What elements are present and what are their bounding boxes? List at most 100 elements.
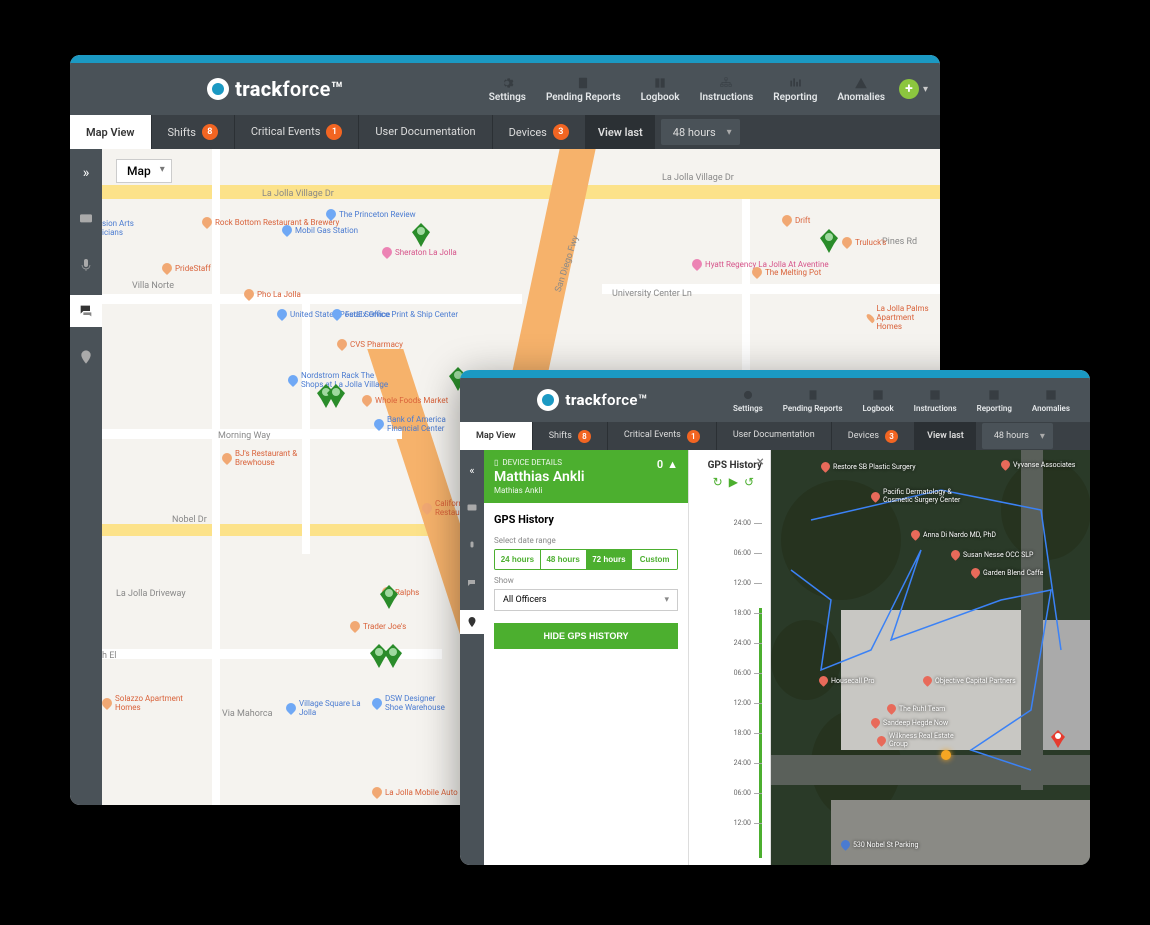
nav-reporting[interactable]: Reporting <box>765 72 825 107</box>
sat-poi[interactable]: Susan Nesse OCC SLP <box>951 550 1033 559</box>
sat-poi[interactable]: Sandeep Hegde Now <box>871 718 948 727</box>
nav-settings[interactable]: Settings <box>481 72 534 107</box>
current-position[interactable] <box>941 750 951 760</box>
sidebar-chat[interactable] <box>70 295 102 327</box>
map-marker[interactable] <box>820 229 838 253</box>
poi-dsw[interactable]: DSW Designer Shoe Warehouse <box>372 694 455 712</box>
poi-lajpalms[interactable]: La Jolla Palms Apartment Homes <box>868 304 940 331</box>
sat-poi[interactable]: Housecall Pro <box>819 676 875 685</box>
nav-reporting[interactable]: Reporting <box>969 384 1020 417</box>
nav-instructions[interactable]: Instructions <box>692 72 762 107</box>
show-dropdown[interactable]: All Officers <box>494 589 678 611</box>
satellite-map[interactable]: Restore SB Plastic Surgery Vyvanse Assoc… <box>771 450 1090 865</box>
body: « ▯DEVICE DETAILS Matthias Ankli Mathias… <box>460 450 1090 865</box>
range-custom[interactable]: Custom <box>632 550 677 569</box>
titlebar-accent <box>460 370 1090 378</box>
map-marker[interactable] <box>412 223 430 247</box>
add-button[interactable]: + <box>899 79 919 99</box>
range-24h[interactable]: 24 hours <box>495 550 541 569</box>
sat-poi[interactable]: Restore SB Plastic Surgery <box>821 462 916 471</box>
nav-logbook[interactable]: Logbook <box>854 384 901 417</box>
maptype-dropdown[interactable]: Map <box>116 159 172 183</box>
sidebar-collapse[interactable]: « <box>460 458 484 482</box>
poi-villagesq[interactable]: Village Square La Jolla <box>286 699 369 717</box>
poi-trulucks[interactable]: Truluck's <box>842 237 886 247</box>
tab-devices[interactable]: Devices3 <box>832 422 915 450</box>
nav-instructions[interactable]: Instructions <box>906 384 965 417</box>
sidebar-location[interactable] <box>460 610 484 634</box>
tab-user-documentation[interactable]: User Documentation <box>359 115 492 149</box>
map-marker[interactable] <box>327 384 345 408</box>
chevron-down-icon[interactable]: ▾ <box>923 84 928 95</box>
poi-drift[interactable]: Drift <box>782 215 810 225</box>
poi-wholefoods[interactable]: Whole Foods Market <box>362 395 448 405</box>
nav-settings[interactable]: Settings <box>725 384 771 417</box>
map-marker[interactable] <box>380 585 398 609</box>
nav-pending-reports[interactable]: Pending Reports <box>538 72 629 107</box>
tab-critical-events[interactable]: Critical Events1 <box>608 422 717 450</box>
poi-boa[interactable]: Bank of America Financial Center <box>374 415 457 433</box>
gps-history-title: GPS History <box>494 513 678 526</box>
timeline[interactable]: jun 10th jun 11th jun 12th 24:00 06:00 1… <box>716 508 762 865</box>
play-icon[interactable]: ▶ <box>729 475 738 489</box>
range-48h[interactable]: 48 hours <box>541 550 587 569</box>
tab-devices[interactable]: Devices3 <box>493 115 586 149</box>
sat-poi[interactable]: Garden Blend Caffe <box>971 568 1043 577</box>
road-label: Morning Way <box>218 431 270 441</box>
sidebar-location[interactable] <box>70 341 102 373</box>
sat-poi[interactable]: 530 Nobel St Parking <box>841 840 918 849</box>
poi-pridestaff[interactable]: PrideStaff <box>162 263 211 273</box>
tab-shifts[interactable]: Shifts8 <box>533 422 608 450</box>
poi-pho[interactable]: Pho La Jolla <box>244 289 301 299</box>
viewlast-dropdown[interactable]: 48 hours <box>661 119 740 145</box>
poi-cvs[interactable]: CVS Pharmacy <box>337 339 403 349</box>
sat-poi[interactable]: Pacific Dermatology & Cosmetic Surgery C… <box>871 488 973 504</box>
nav-pending-reports[interactable]: Pending Reports <box>775 384 851 417</box>
tab-shifts[interactable]: Shifts8 <box>152 115 235 149</box>
sat-poi[interactable]: Objective Capital Partners <box>923 676 1016 685</box>
poi-melting[interactable]: The Melting Pot <box>752 267 821 277</box>
sidebar-chat[interactable] <box>460 572 484 596</box>
poi-sheraton[interactable]: Sheraton La Jolla <box>382 247 457 257</box>
nav-anomalies[interactable]: Anomalies <box>829 72 893 107</box>
loop-icon[interactable]: ↺ <box>744 475 754 489</box>
tab-map-view[interactable]: Map View <box>70 115 152 149</box>
app-logo[interactable]: trackforce™ <box>537 389 647 411</box>
sidebar-mic[interactable] <box>460 534 484 558</box>
viewlast-dropdown[interactable]: 48 hours <box>982 423 1053 449</box>
road-label: La Jolla Village Dr <box>662 173 734 183</box>
nav-anomalies[interactable]: Anomalies <box>1024 384 1078 417</box>
poi-princeton[interactable]: The Princeton Review <box>326 209 416 219</box>
nav-logbook[interactable]: Logbook <box>633 72 688 107</box>
tab-map-view[interactable]: Map View <box>460 422 533 450</box>
rewind-icon[interactable]: ↻ <box>713 475 723 489</box>
location-icon <box>78 349 94 365</box>
sidebar-comment[interactable] <box>460 496 484 520</box>
range-72h[interactable]: 72 hours <box>587 550 633 569</box>
map-marker[interactable] <box>384 644 402 668</box>
sat-poi[interactable]: The Ruhl Team <box>887 704 945 713</box>
badge-devices: 3 <box>553 124 569 140</box>
sat-poi[interactable]: Wilkness Real Estate Group <box>877 732 959 748</box>
tab-user-documentation[interactable]: User Documentation <box>717 422 832 450</box>
sat-poi[interactable]: Vyvanse Associates <box>1001 460 1075 469</box>
sat-poi[interactable]: Anna Di Nardo MD, PhD <box>911 530 996 539</box>
timeline-tick: 12:00 <box>716 808 762 838</box>
sidebar-mic[interactable] <box>70 249 102 281</box>
hide-gps-button[interactable]: HIDE GPS HISTORY <box>494 623 678 649</box>
poi-mobil[interactable]: Mobil Gas Station <box>282 225 358 235</box>
poi-mobileauto[interactable]: La Jolla Mobile Auto <box>372 787 458 797</box>
badge-shifts: 8 <box>202 124 218 140</box>
alert-icon: ▲ <box>667 458 678 471</box>
sidebar-expand[interactable]: » <box>70 157 102 189</box>
poi-sionarts[interactable]: sion Arts icians <box>102 219 152 237</box>
close-icon[interactable]: × <box>757 454 764 470</box>
poi-traderjoes[interactable]: Trader Joe's <box>350 621 406 631</box>
poi-fedex[interactable]: FedEx Office Print & Ship Center <box>332 309 458 319</box>
tab-critical-events[interactable]: Critical Events1 <box>235 115 360 149</box>
poi-solazzo[interactable]: Solazzo Apartment Homes <box>102 694 185 712</box>
app-logo[interactable]: trackforce™ <box>207 77 343 101</box>
destination-pin[interactable] <box>1051 730 1065 748</box>
sidebar-comment[interactable] <box>70 203 102 235</box>
poi-bjs[interactable]: BJ's Restaurant & Brewhouse <box>222 449 305 467</box>
